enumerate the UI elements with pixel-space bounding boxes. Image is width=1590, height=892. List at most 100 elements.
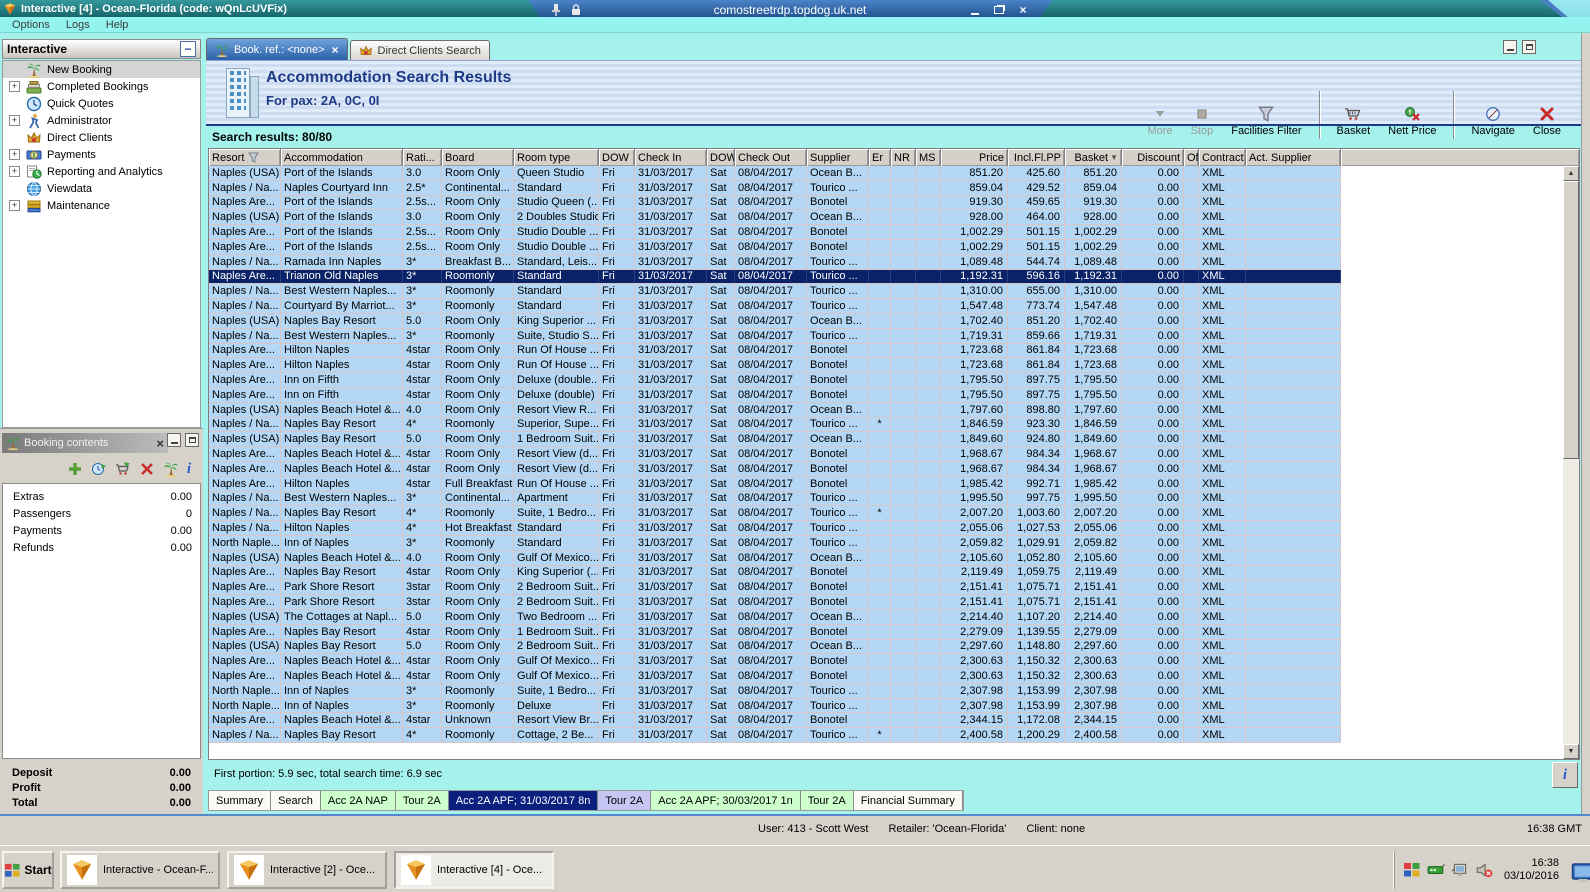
result-row[interactable]: Naples Are... Inn on Fifth 4star Room Only D… (209, 387, 1341, 403)
sidebar-item-maintenance[interactable]: + Maintenance (3, 197, 200, 214)
windows-icon[interactable] (1403, 861, 1421, 879)
monitor-icon[interactable] (1570, 861, 1590, 882)
info-button[interactable]: i (1552, 762, 1578, 788)
close-button[interactable]: Close (1526, 104, 1568, 139)
result-row[interactable]: Naples Are... Naples Beach Hotel &... 4sta… (209, 447, 1341, 462)
pin-icon[interactable] (550, 3, 562, 17)
bottom-tab-financial-summary[interactable]: Financial Summary (853, 791, 963, 810)
sidebar-item-completed-bookings[interactable]: + Completed Bookings (3, 78, 200, 95)
result-row[interactable]: Naples / Na... Best Western Naples... 3* Ro… (209, 284, 1341, 300)
bottom-tab-acc-2a-apf-30-03-2017-1n[interactable]: Acc 2A APF; 30/03/2017 1n (651, 791, 801, 810)
result-row[interactable]: Naples (USA) Port of the Islands 3.0 Room O… (209, 210, 1341, 226)
bottom-tab-acc-2a-apf-31-03-2017-8n[interactable]: Acc 2A APF; 31/03/2017 8n (448, 791, 599, 810)
result-row[interactable]: Naples Are... Hilton Naples 4star Full Brea… (209, 476, 1341, 492)
menu-help[interactable]: Help (98, 19, 137, 31)
bottom-tab-tour-2a[interactable]: Tour 2A (395, 791, 449, 810)
rdp-close-button[interactable]: × (1016, 3, 1030, 17)
scroll-up-button[interactable]: ▲ (1563, 166, 1579, 181)
computer-icon[interactable] (1451, 861, 1469, 879)
result-row[interactable]: Naples Are... Park Shore Resort 3star Room … (209, 595, 1341, 610)
result-row[interactable]: Naples Are... Port of the Islands 2.5s... R… (209, 195, 1341, 211)
tab-direct-clients-search[interactable]: Direct Clients Search (349, 40, 490, 60)
scroll-down-button[interactable]: ▼ (1563, 744, 1579, 759)
result-row[interactable]: Naples Are... Naples Beach Hotel &... 4sta… (209, 461, 1341, 477)
add-icon[interactable] (67, 461, 83, 477)
basket-button[interactable]: Basket (1330, 104, 1378, 139)
bottom-tab-tour-2a[interactable]: Tour 2A (800, 791, 854, 810)
column-header-resort[interactable]: Resort (209, 149, 281, 166)
rdp-restore-button[interactable] (992, 3, 1006, 17)
quick-quote-icon[interactable] (91, 461, 107, 477)
sidebar-item-viewdata[interactable]: Viewdata (3, 180, 200, 197)
column-header-supplier[interactable]: Supplier (807, 149, 869, 166)
expand-toggle[interactable]: + (9, 115, 20, 126)
expand-toggle[interactable]: + (9, 81, 20, 92)
sidebar-item-direct-clients[interactable]: Direct Clients (3, 129, 200, 146)
column-header-er[interactable]: Er (869, 149, 891, 166)
info-icon[interactable]: i (187, 461, 191, 477)
result-row[interactable]: Naples (USA) The Cottages at Napl... 5.0 Ro… (209, 609, 1341, 625)
result-row[interactable]: Naples Are... Naples Beach Hotel &... 4sta… (209, 713, 1341, 729)
bottom-tab-search[interactable]: Search (271, 791, 321, 810)
panel-minimize-button[interactable] (1503, 40, 1517, 54)
menu-logs[interactable]: Logs (58, 19, 98, 31)
column-header-discount[interactable]: Discount (1122, 149, 1184, 166)
column-header-room-type[interactable]: Room type (514, 149, 599, 166)
menu-options[interactable]: Options (4, 19, 58, 31)
filter-icon[interactable] (248, 152, 260, 163)
delete-icon[interactable] (139, 461, 155, 477)
bottom-tab-summary[interactable]: Summary (209, 791, 272, 810)
booking-contents-titlebar[interactable]: Booking contents × (2, 433, 168, 453)
more-button[interactable]: More (1141, 104, 1180, 139)
expand-toggle[interactable]: + (9, 200, 20, 211)
column-header-dow-in[interactable]: DOW (599, 149, 635, 166)
column-header-accommodation[interactable]: Accommodation (281, 149, 403, 166)
result-row[interactable]: Naples / Na... Naples Bay Resort 4* Roomonl… (209, 728, 1341, 744)
result-row[interactable]: Naples (USA) Naples Beach Hotel &... 4.0 Ro… (209, 402, 1341, 418)
result-row[interactable]: Naples Are... Hilton Naples 4star Room Only… (209, 358, 1341, 374)
result-row[interactable]: Naples Are... Inn on Fifth 4star Room Only D… (209, 373, 1341, 388)
result-row[interactable]: Naples Are... Naples Bay Resort 4star Room … (209, 565, 1341, 581)
column-header-nr[interactable]: NR (891, 149, 916, 166)
sidebar-item-new-booking[interactable]: New Booking (3, 61, 200, 78)
result-row[interactable]: Naples (USA) Port of the Islands 3.0 Room O… (209, 166, 1341, 181)
bottom-tab-acc-2a-nap[interactable]: Acc 2A NAP (320, 791, 396, 810)
basket-add-icon[interactable] (115, 461, 131, 477)
booking-contents-maximize-button[interactable] (185, 433, 199, 447)
column-header-basket[interactable]: Basket ▼ (1065, 149, 1122, 166)
result-row[interactable]: Naples (USA) Naples Bay Resort 5.0 Room Onl… (209, 313, 1341, 329)
column-header-board[interactable]: Board (442, 149, 514, 166)
expand-toggle[interactable]: + (9, 149, 20, 160)
column-header-of[interactable]: Of (1184, 149, 1199, 166)
result-row[interactable]: Naples / Na... Best Western Naples... 3* Ro… (209, 328, 1341, 344)
column-header-act-supplier[interactable]: Act. Supplier (1246, 149, 1341, 166)
column-header-incl-fl-pp[interactable]: Incl.Fl.PP (1008, 149, 1065, 166)
sidebar-item-quick-quotes[interactable]: Quick Quotes (3, 95, 200, 112)
sidebar-item-reporting-and-analytics[interactable]: + Reporting and Analytics (3, 163, 200, 180)
column-header-dow-out[interactable]: DOW (707, 149, 735, 166)
tab-book-ref-none[interactable]: Book. ref.: <none> × (206, 38, 348, 60)
result-row[interactable]: Naples / Na... Ramada Inn Naples 3* Breakfa… (209, 254, 1341, 270)
sidebar-collapse-button[interactable]: − (180, 41, 196, 57)
column-header-ms[interactable]: MS (916, 149, 941, 166)
result-row[interactable]: Naples (USA) Naples Bay Resort 5.0 Room Onl… (209, 639, 1341, 655)
network-icon[interactable] (1427, 861, 1445, 879)
result-row[interactable]: Naples (USA) Naples Beach Hotel &... 4.0 Ro… (209, 550, 1341, 566)
tab-close-icon[interactable]: × (332, 43, 339, 57)
rdp-minimize-button[interactable] (968, 3, 982, 17)
navigate-button[interactable]: Navigate (1464, 104, 1521, 139)
sidebar-item-payments[interactable]: + Payments (3, 146, 200, 163)
result-row[interactable]: Naples Are... Hilton Naples 4star Room Only… (209, 343, 1341, 359)
result-row[interactable]: Naples Are... Park Shore Resort 3star Room … (209, 580, 1341, 596)
taskbar-window-interactive-4-oce[interactable]: Interactive [4] - Oce... (394, 851, 554, 889)
facilities-filter-button[interactable]: Facilities Filter (1224, 104, 1308, 139)
accommodation-icon[interactable] (163, 461, 179, 477)
column-header-check-in[interactable]: Check In (635, 149, 707, 166)
column-header-contract[interactable]: Contract (1199, 149, 1246, 166)
volume-muted-icon[interactable] (1475, 861, 1493, 879)
result-row[interactable]: Naples / Na... Hilton Naples 4* Hot Breakfa… (209, 521, 1341, 536)
result-row[interactable]: North Naple... Inn of Naples 3* Roomonly Sui… (209, 683, 1341, 699)
result-row[interactable]: Naples Are... Port of the Islands 2.5s... R… (209, 239, 1341, 255)
result-row[interactable]: Naples / Na... Best Western Naples... 3* Co… (209, 491, 1341, 507)
result-row[interactable]: Naples / Na... Naples Bay Resort 4* Roomonl… (209, 417, 1341, 433)
